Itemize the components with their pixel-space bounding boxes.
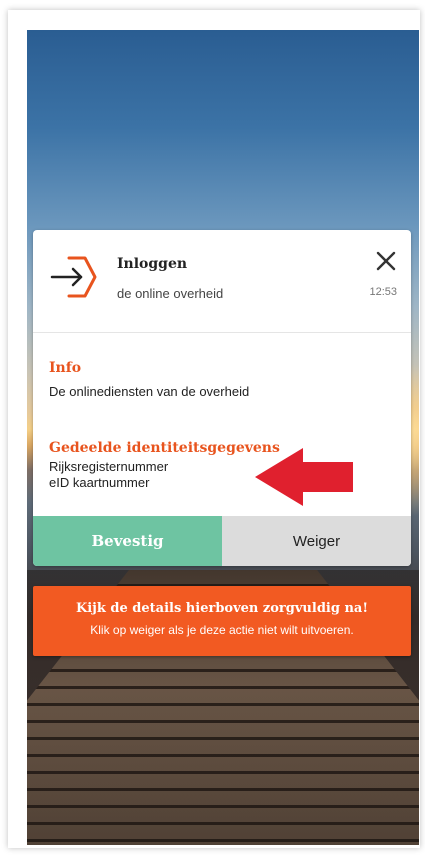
info-heading: Info [49,360,82,376]
login-arrow-hexagon-icon [50,256,97,298]
notification-title: Inloggen [117,256,188,272]
login-notification-card: Inloggen de online overheid 12:53 Info D… [33,230,411,566]
confirm-button[interactable]: Bevestig [33,516,222,566]
notification-header: Inloggen de online overheid 12:53 [33,230,411,333]
shared-item-national-register-number: Rijksregisternummer [49,459,169,474]
warning-title: Kijk de details hierboven zorgvuldig na! [75,601,369,616]
notification-time: 12:53 [369,286,397,298]
shared-data-heading: Gedeelde identiteitsgegevens [49,440,280,456]
red-arrow-left-icon [255,448,353,506]
shared-item-eid-card-number: eID kaartnummer [49,475,150,490]
info-text: De onlinediensten van de overheid [49,384,250,399]
warning-text: Klik op weiger als je deze actie niet wi… [90,623,354,637]
warning-banner: Kijk de details hierboven zorgvuldig na!… [33,586,411,656]
close-icon[interactable] [375,250,397,272]
notification-subtitle: de online overheid [117,286,224,301]
refuse-button[interactable]: Weiger [222,516,411,566]
action-buttons: Bevestig Weiger [33,516,411,566]
